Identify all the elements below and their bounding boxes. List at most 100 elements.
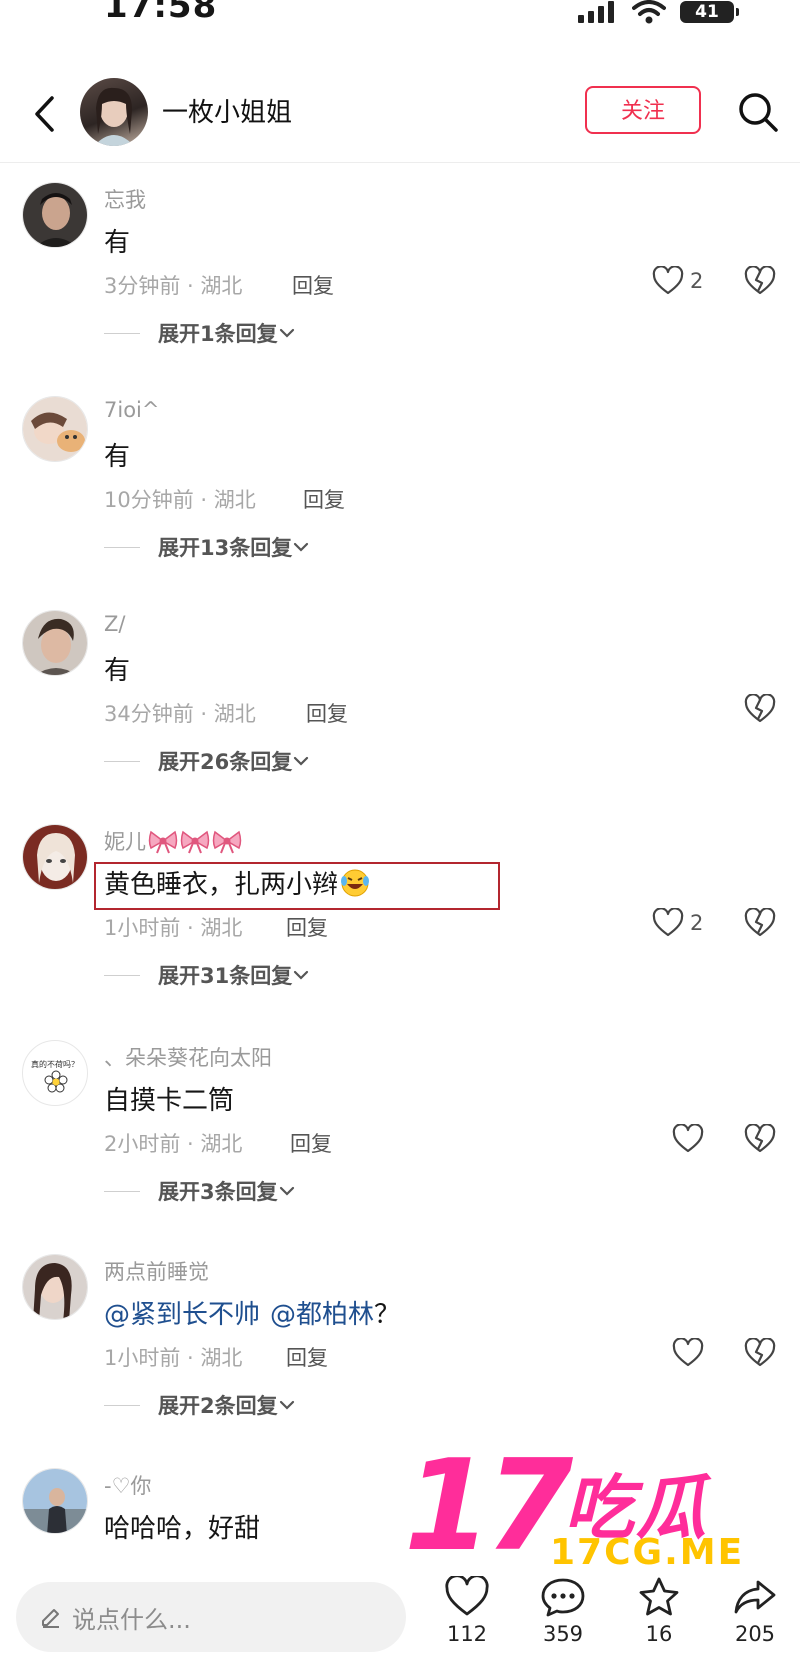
comment-time-location: 34分钟前 · 湖北 [104, 702, 256, 726]
broken-heart-icon [744, 265, 776, 295]
back-button[interactable] [24, 90, 64, 138]
comment-time-location: 3分钟前 · 湖北 [104, 274, 243, 298]
reply-button[interactable]: 回复 [292, 270, 334, 300]
username-text: 妮儿 [104, 830, 146, 854]
comment-post-button[interactable]: 359 [528, 1576, 598, 1646]
comment-time-location: 2小时前 · 湖北 [104, 1132, 243, 1156]
status-time: 17:58 [104, 0, 218, 26]
dislike-button[interactable] [744, 1123, 776, 1158]
user-avatar[interactable] [22, 182, 88, 248]
reply-button[interactable]: 回复 [290, 1128, 332, 1158]
chevron-down-icon [294, 542, 309, 552]
comment-text: 有 [104, 228, 131, 258]
watermark-number: 17 [404, 1432, 573, 1579]
expand-replies-label: 展开31条回复 [158, 964, 293, 988]
watermark-url: 17CG.ME [550, 1532, 745, 1573]
reply-button[interactable]: 回复 [286, 912, 328, 942]
chevron-down-icon [294, 756, 309, 766]
search-button[interactable] [736, 90, 780, 134]
author-name[interactable]: 一枚小姐姐 [162, 92, 292, 129]
signal-icon [578, 1, 614, 23]
avatar-text: 真的不荷吗？ [31, 1060, 79, 1069]
comment-input[interactable]: 说点什么... [16, 1582, 406, 1652]
divider [104, 1404, 140, 1406]
comment-text: @紧到长不帅 @都柏林 ？ [104, 1294, 400, 1331]
comment-post-count: 359 [542, 1622, 584, 1646]
like-button[interactable] [672, 1124, 704, 1154]
battery-icon: 41 [680, 1, 739, 23]
comment-time-location: 1小时前 · 湖北 [104, 1346, 243, 1370]
expand-replies-button[interactable]: 展开31条回复 [104, 960, 310, 990]
comment-username[interactable]: Z/ [104, 612, 125, 636]
expand-replies-button[interactable]: 展开26条回复 [104, 746, 310, 776]
broken-heart-icon [744, 1337, 776, 1367]
chevron-down-icon [279, 1186, 294, 1196]
user-avatar[interactable] [22, 396, 88, 462]
comment-time-location: 10分钟前 · 湖北 [104, 488, 256, 512]
dislike-button[interactable] [744, 1337, 776, 1372]
like-post-button[interactable]: 112 [432, 1576, 502, 1646]
like-button[interactable]: 2 [652, 266, 703, 296]
chevron-down-icon [279, 328, 294, 338]
expand-replies-label: 展开1条回复 [158, 322, 278, 346]
like-button[interactable]: 2 [652, 908, 703, 938]
comment-text: 哈哈哈，好甜 [104, 1514, 261, 1544]
share-post-count: 205 [734, 1622, 776, 1646]
reply-button[interactable]: 回复 [306, 698, 348, 728]
expand-replies-label: 展开26条回复 [158, 750, 293, 774]
favorite-post-button[interactable]: 16 [624, 1576, 694, 1646]
expand-replies-button[interactable]: 展开2条回复 [104, 1390, 296, 1420]
dislike-button[interactable] [744, 907, 776, 942]
comment-username[interactable]: 、朵朵葵花向太阳 [104, 1042, 272, 1072]
comment-text: 有 [104, 656, 131, 686]
heart-icon [672, 1124, 704, 1153]
like-button[interactable] [672, 1338, 704, 1368]
expand-replies-label: 展开3条回复 [158, 1180, 278, 1204]
divider [104, 974, 140, 976]
broken-heart-icon [744, 1123, 776, 1153]
comment-username[interactable]: 两点前睡觉 [104, 1256, 209, 1286]
divider [104, 1190, 140, 1192]
user-avatar[interactable]: 真的不荷吗？ [22, 1040, 88, 1106]
share-post-button[interactable]: 205 [720, 1576, 790, 1646]
status-icons: 41 [578, 0, 739, 24]
expand-replies-button[interactable]: 展开3条回复 [104, 1176, 296, 1206]
bow-emoji-icon [212, 830, 242, 854]
chevron-down-icon [294, 970, 309, 980]
follow-button[interactable]: 关注 [585, 86, 701, 134]
comment-text-suffix: ？ [374, 1300, 401, 1330]
comment-username[interactable]: 7ioi^ [104, 398, 159, 422]
user-avatar[interactable] [22, 610, 88, 676]
mention-link[interactable]: @都柏林 [270, 1294, 374, 1331]
mention-link[interactable]: @紧到长不帅 [104, 1294, 260, 1331]
watermark-logo: 17 吃瓜 17CG.ME [404, 1432, 774, 1579]
like-post-count: 112 [446, 1622, 488, 1646]
comment-text: 有 [104, 442, 131, 472]
dislike-button[interactable] [744, 693, 776, 728]
broken-heart-icon [744, 907, 776, 937]
comment-item: 7ioi^ 有 10分钟前 · 湖北 回复 展开13条回复 [0, 396, 800, 596]
highlight-box [94, 862, 500, 910]
heart-icon [445, 1576, 489, 1616]
comment-item: 两点前睡觉 @紧到长不帅 @都柏林 ？ 1小时前 · 湖北 回复 展开2条回复 [0, 1254, 800, 1454]
user-avatar[interactable] [22, 824, 88, 890]
expand-replies-button[interactable]: 展开13条回复 [104, 532, 310, 562]
broken-heart-icon [744, 693, 776, 723]
comment-item: 真的不荷吗？ 、朵朵葵花向太阳 自摸卡二筒 2小时前 · 湖北 回复 展开3条回… [0, 1040, 800, 1240]
comment-username[interactable]: 妮儿 [104, 826, 242, 856]
reply-button[interactable]: 回复 [303, 484, 345, 514]
like-count: 2 [690, 911, 704, 935]
comment-item: Z/ 有 34分钟前 · 湖北 回复 展开26条回复 [0, 610, 800, 810]
comment-username[interactable]: 忘我 [104, 184, 146, 214]
user-avatar[interactable] [22, 1468, 88, 1534]
comment-username[interactable]: -♡你 [104, 1470, 151, 1500]
chevron-left-icon [35, 96, 54, 132]
reply-button[interactable]: 回复 [286, 1342, 328, 1372]
bottom-bar: 说点什么... 112 359 16 205 [0, 1568, 800, 1668]
expand-replies-button[interactable]: 展开1条回复 [104, 318, 296, 348]
author-avatar[interactable] [80, 78, 148, 146]
comment-bubble-icon [541, 1578, 585, 1617]
dislike-button[interactable] [744, 265, 776, 300]
user-avatar[interactable] [22, 1254, 88, 1320]
header: 一枚小姐姐 关注 [0, 70, 800, 163]
